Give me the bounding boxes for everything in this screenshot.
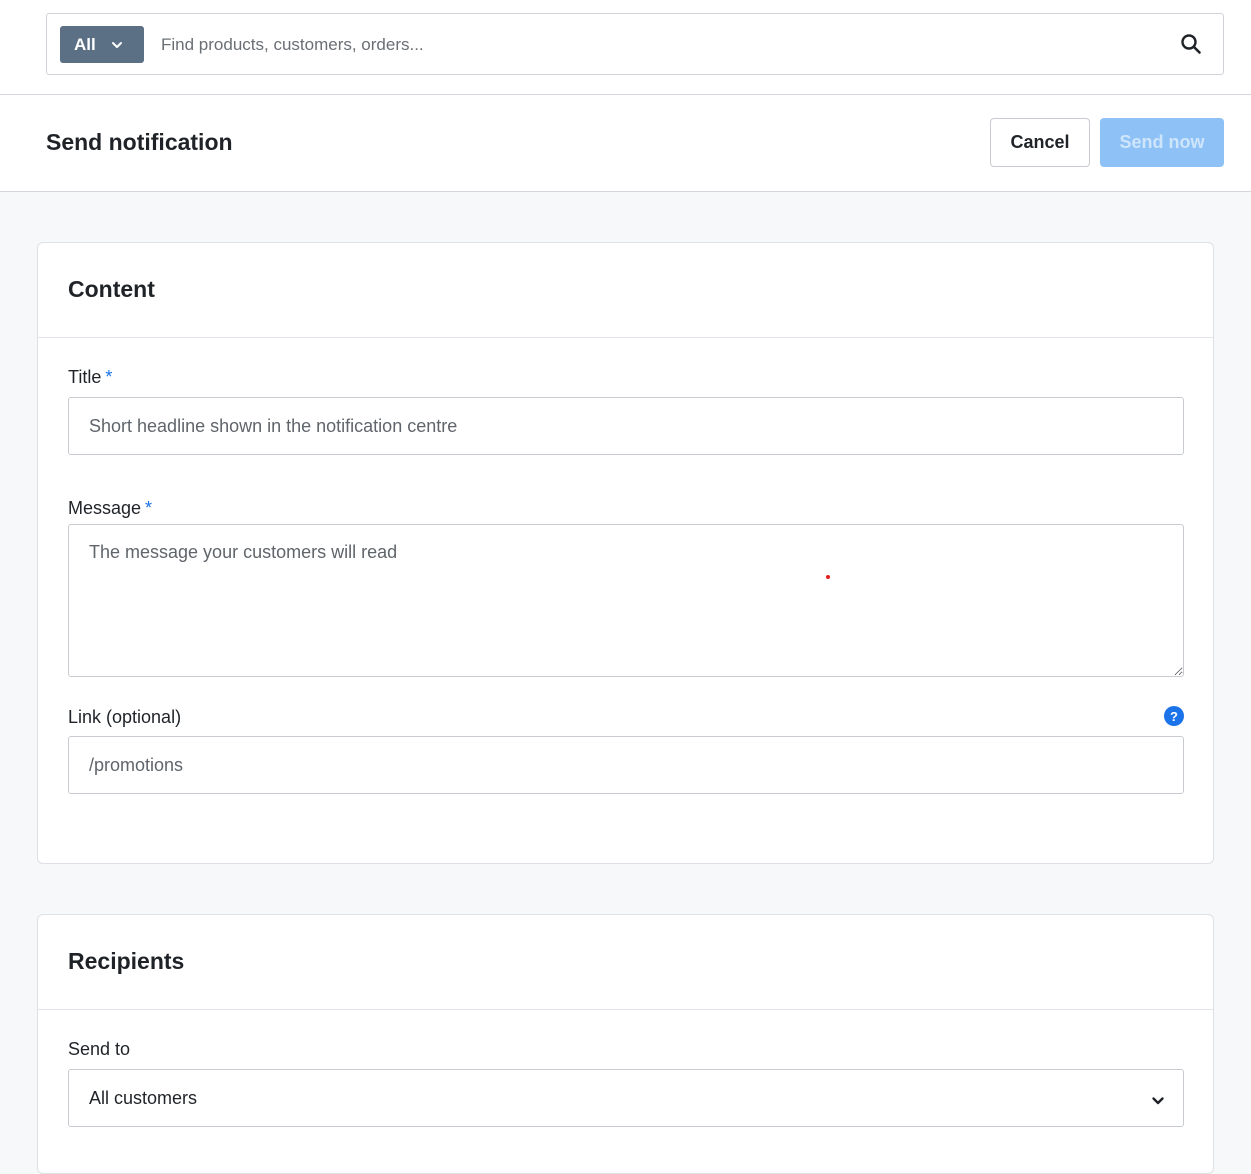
link-input[interactable] — [68, 736, 1184, 794]
title-label-text: Title — [68, 367, 102, 387]
cursor-marker — [826, 575, 830, 579]
search-input[interactable] — [161, 26, 1151, 63]
message-label-text: Message — [68, 498, 142, 518]
title-input[interactable] — [68, 397, 1184, 455]
message-field-label: Message * — [68, 498, 152, 519]
recipients-card-header: Recipients — [38, 915, 1213, 1010]
search-scope-label: All — [74, 34, 96, 54]
chevron-down-icon — [110, 38, 124, 52]
send-to-selected-value: All customers — [89, 1087, 198, 1108]
global-search: All — [46, 13, 1224, 75]
page-header: Send notification Cancel Send now — [0, 95, 1251, 192]
message-textarea[interactable] — [68, 524, 1184, 677]
search-icon[interactable] — [1179, 32, 1203, 56]
chevron-down-icon — [1151, 1092, 1165, 1106]
page-title: Send notification — [46, 129, 233, 155]
required-mark: * — [145, 498, 153, 518]
top-search-bar: All — [0, 0, 1251, 95]
cancel-button[interactable]: Cancel — [990, 118, 1090, 167]
search-scope-dropdown[interactable]: All — [60, 26, 144, 63]
recipients-card-title: Recipients — [68, 948, 185, 974]
send-now-button[interactable]: Send now — [1100, 118, 1224, 167]
title-field-label: Title * — [68, 367, 112, 388]
recipients-card: Recipients Send to All customers — [37, 914, 1214, 1174]
send-to-label: Send to — [68, 1039, 131, 1059]
required-mark: * — [105, 367, 113, 387]
content-card-title: Content — [68, 276, 155, 302]
content-card-header: Content — [38, 243, 1213, 338]
send-to-select[interactable]: All customers — [68, 1069, 1184, 1127]
link-field-label: Link (optional) — [68, 707, 182, 727]
help-icon[interactable]: ? — [1164, 706, 1184, 726]
content-card: Content Title* Message* Link (optional) … — [37, 242, 1214, 864]
